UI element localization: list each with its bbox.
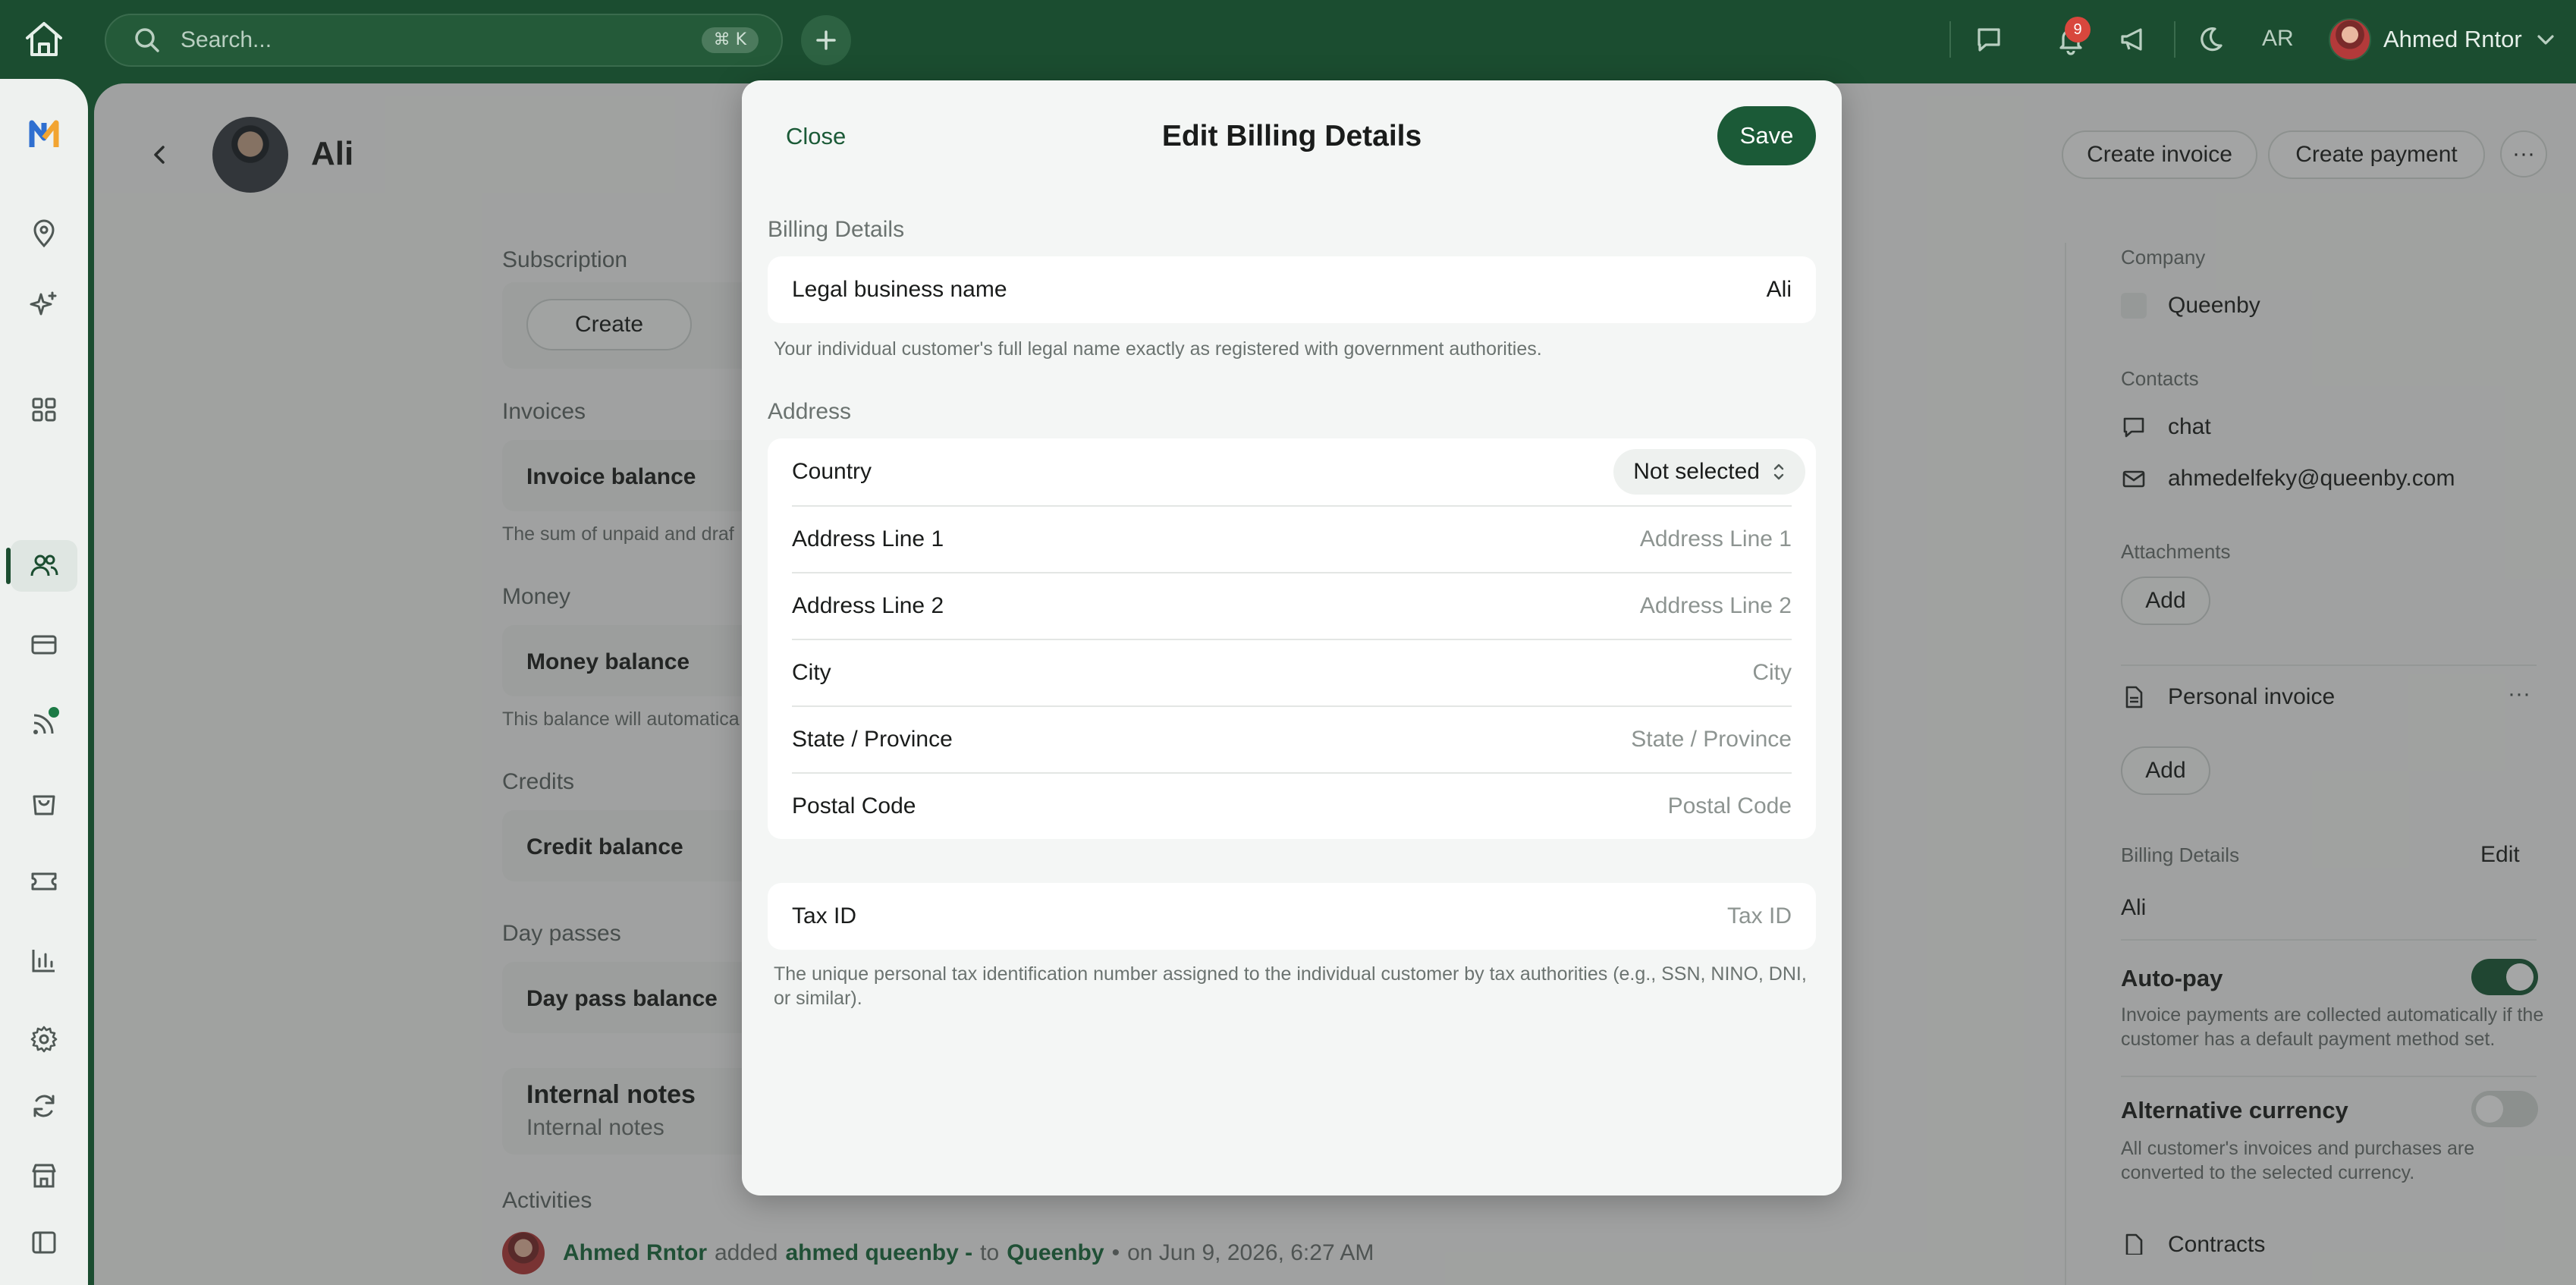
billing-details-group: Legal business name <box>768 256 1816 323</box>
save-button[interactable]: Save <box>1717 106 1816 165</box>
legal-name-note: Your individual customer's full legal na… <box>774 338 1542 360</box>
address2-input[interactable] <box>1412 593 1792 619</box>
rail-active-indicator <box>6 548 11 584</box>
app-logo-icon[interactable] <box>27 118 61 152</box>
postal-row[interactable]: Postal Code <box>792 772 1792 839</box>
legal-name-label: Legal business name <box>792 277 1007 302</box>
address1-label: Address Line 1 <box>792 526 944 551</box>
country-select[interactable]: Not selected <box>1613 449 1805 495</box>
user-menu[interactable]: Ahmed Rntor <box>2329 18 2556 61</box>
search-input[interactable] <box>181 27 636 53</box>
dashboard-grid-icon[interactable] <box>27 393 61 426</box>
feed-unread-dot <box>49 707 59 718</box>
taxid-row[interactable]: Tax ID <box>792 883 1792 950</box>
user-avatar <box>2329 18 2371 61</box>
topbar-divider <box>1949 21 1951 58</box>
state-label: State / Province <box>792 727 953 752</box>
chevron-down-icon <box>2536 32 2556 47</box>
address2-row[interactable]: Address Line 2 <box>792 572 1792 639</box>
topbar-divider <box>2174 21 2175 58</box>
city-label: City <box>792 660 831 685</box>
gear-icon[interactable] <box>27 1023 61 1056</box>
store-icon[interactable] <box>27 1159 61 1192</box>
global-search[interactable]: ⌘ K <box>105 14 783 67</box>
tax-group: Tax ID <box>768 883 1816 950</box>
address2-label: Address Line 2 <box>792 593 944 618</box>
country-label: Country <box>792 459 872 484</box>
refresh-icon[interactable] <box>27 1089 61 1123</box>
billing-section-label: Billing Details <box>768 217 905 242</box>
city-row[interactable]: City <box>792 639 1792 705</box>
address1-input[interactable] <box>1412 526 1792 552</box>
workspace-initials[interactable]: AR <box>2262 26 2294 52</box>
sparkles-icon[interactable] <box>27 288 61 322</box>
user-name: Ahmed Rntor <box>2383 26 2522 52</box>
chevron-up-down-icon <box>1773 463 1784 480</box>
country-row[interactable]: Country Not selected <box>792 438 1805 505</box>
state-row[interactable]: State / Province <box>792 705 1792 772</box>
location-pin-icon[interactable] <box>27 217 61 250</box>
quick-add-button[interactable] <box>801 15 851 65</box>
bar-chart-icon[interactable] <box>27 944 61 977</box>
postal-input[interactable] <box>1412 793 1792 819</box>
chat-icon[interactable] <box>1972 23 2006 56</box>
modal-title: Edit Billing Details <box>1161 120 1422 152</box>
sidebar-toggle-icon[interactable] <box>27 1226 61 1259</box>
ticket-icon[interactable] <box>27 865 61 898</box>
notification-count-badge: 9 <box>2065 17 2091 42</box>
postal-label: Postal Code <box>792 793 916 818</box>
legal-name-input[interactable] <box>1412 277 1792 303</box>
megaphone-icon[interactable] <box>2116 23 2150 56</box>
legal-name-row[interactable]: Legal business name <box>792 256 1792 323</box>
city-input[interactable] <box>1412 660 1792 686</box>
taxid-note: The unique personal tax identification n… <box>774 963 1807 1009</box>
address-group: Country Not selected Address Line 1 Addr… <box>768 438 1816 839</box>
users-icon[interactable] <box>27 549 61 583</box>
address1-row[interactable]: Address Line 1 <box>792 505 1792 572</box>
moon-icon[interactable] <box>2194 23 2227 56</box>
state-input[interactable] <box>1412 727 1792 752</box>
search-icon <box>132 25 162 55</box>
search-shortcut-badge: ⌘ K <box>701 27 759 53</box>
credit-card-icon[interactable] <box>27 628 61 661</box>
edit-billing-modal: Close Edit Billing Details Save Billing … <box>742 80 1842 1195</box>
shopping-bag-icon[interactable] <box>27 786 61 819</box>
address-section-label: Address <box>768 399 852 424</box>
home-icon[interactable] <box>23 20 65 59</box>
left-rail <box>0 79 88 1285</box>
taxid-input[interactable] <box>1412 903 1792 929</box>
country-select-value: Not selected <box>1633 459 1760 484</box>
taxid-label: Tax ID <box>792 903 857 928</box>
top-bar: ⌘ K 9 AR Ahmed Rntor <box>0 0 2576 79</box>
